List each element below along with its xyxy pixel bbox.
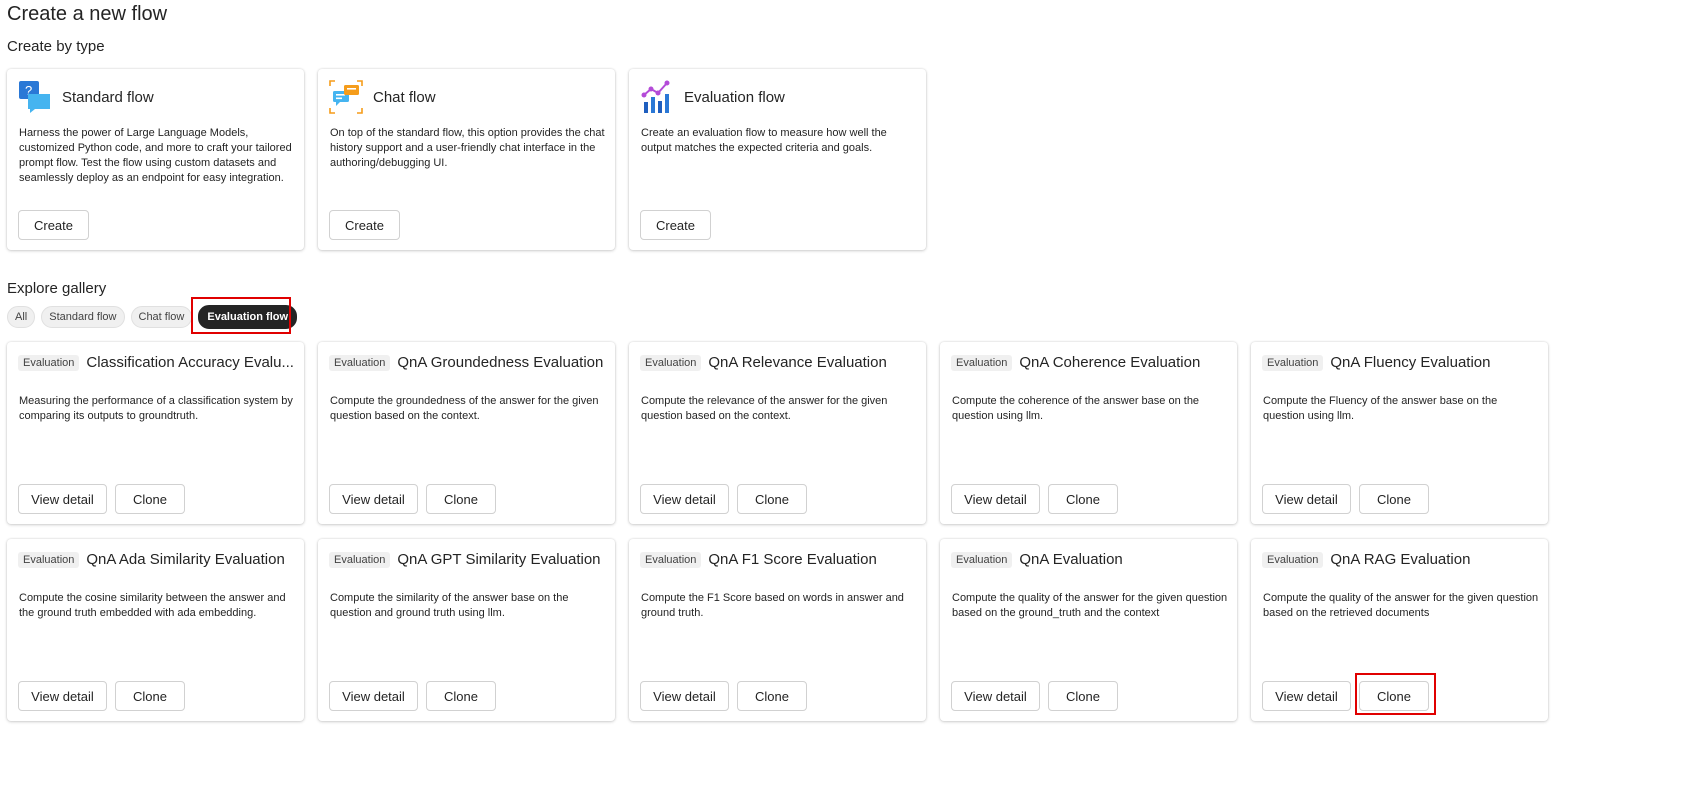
gallery-card: Evaluation QnA Evaluation Compute the qua… [940,539,1237,721]
view-detail-button[interactable]: View detail [329,484,418,514]
chat-flow-icon [329,80,363,114]
filter-chip-chat-flow[interactable]: Chat flow [130,306,193,328]
evaluation-badge: Evaluation [640,551,702,568]
gallery-card: Evaluation QnA Coherence Evaluation Compu… [940,342,1237,524]
view-detail-button[interactable]: View detail [1262,484,1351,514]
gallery-card-title: QnA Relevance Evaluation [708,354,887,371]
filter-chip-evaluation-flow[interactable]: Evaluation flow [198,305,298,329]
clone-button[interactable]: Clone [1048,681,1118,711]
evaluation-badge: Evaluation [640,354,702,371]
evaluation-badge: Evaluation [951,551,1013,568]
gallery-card-title: QnA Evaluation [1019,551,1123,568]
view-detail-button[interactable]: View detail [640,484,729,514]
gallery-card: Evaluation QnA Relevance Evaluation Compu… [629,342,926,524]
gallery-card-description: Compute the quality of the answer for th… [952,592,1228,619]
gallery-card-description: Measuring the performance of a classific… [19,395,293,422]
gallery-card-title: QnA Ada Similarity Evaluation [86,551,285,568]
view-detail-button[interactable]: View detail [329,681,418,711]
clone-button[interactable]: Clone [1359,681,1429,711]
gallery-card-title: QnA GPT Similarity Evaluation [397,551,601,568]
view-detail-button[interactable]: View detail [640,681,729,711]
view-detail-button[interactable]: View detail [18,484,107,514]
gallery-card-title: QnA Groundedness Evaluation [397,354,604,371]
chat-flow-card: Chat flow On top of the standard flow, t… [318,69,615,250]
clone-button[interactable]: Clone [737,681,807,711]
gallery-card-description: Compute the quality of the answer for th… [1263,592,1539,619]
card-description: On top of the standard flow, this option… [330,127,605,169]
page-title: Create a new flow [7,3,168,25]
gallery-card-title: QnA F1 Score Evaluation [708,551,877,568]
view-detail-button[interactable]: View detail [951,681,1040,711]
clone-button[interactable]: Clone [426,681,496,711]
card-title: Chat flow [373,88,436,106]
view-detail-button[interactable]: View detail [18,681,107,711]
standard-flow-card: ? Standard flow Harness the power of Lar… [7,69,304,250]
filter-chip-standard-flow[interactable]: Standard flow [41,306,125,328]
gallery-card: Evaluation QnA F1 Score Evaluation Comput… [629,539,926,721]
evaluation-badge: Evaluation [1262,354,1324,371]
clone-button[interactable]: Clone [737,484,807,514]
create-evaluation-flow-button[interactable]: Create [640,210,711,240]
gallery-card-description: Compute the F1 Score based on words in a… [641,592,904,619]
gallery-card-title: QnA Coherence Evaluation [1019,354,1201,371]
view-detail-button[interactable]: View detail [1262,681,1351,711]
evaluation-badge: Evaluation [1262,551,1324,568]
filter-chip-all[interactable]: All [7,306,36,328]
evaluation-badge: Evaluation [951,354,1013,371]
card-title: Standard flow [62,88,154,106]
gallery-filter-chips: All Standard flow Chat flow Evaluation f… [7,305,303,329]
view-detail-button[interactable]: View detail [951,484,1040,514]
gallery-card-description: Compute the Fluency of the answer base o… [1263,395,1498,422]
gallery-card-title: QnA RAG Evaluation [1330,551,1471,568]
gallery-card-title: QnA Fluency Evaluation [1330,354,1491,371]
gallery-card: Evaluation QnA Groundedness Evaluation Co… [318,342,615,524]
evaluation-badge: Evaluation [329,354,391,371]
create-by-type-heading: Create by type [7,38,105,55]
gallery-card: Evaluation QnA RAG Evaluation Compute the… [1251,539,1548,721]
gallery-card-description: Compute the cosine similarity between th… [19,592,286,619]
explore-gallery-heading: Explore gallery [7,280,107,297]
gallery-card-description: Compute the groundedness of the answer f… [330,395,599,422]
clone-button[interactable]: Clone [115,681,185,711]
clone-button[interactable]: Clone [426,484,496,514]
clone-button[interactable]: Clone [1048,484,1118,514]
clone-button[interactable]: Clone [1359,484,1429,514]
gallery-card: Evaluation QnA GPT Similarity Evaluation … [318,539,615,721]
gallery-card: Evaluation QnA Fluency Evaluation Compute… [1251,342,1548,524]
gallery-card-title: Classification Accuracy Evalu... [86,354,294,371]
gallery-card-description: Compute the coherence of the answer base… [952,395,1200,422]
gallery-card: Evaluation QnA Ada Similarity Evaluation … [7,539,304,721]
card-description: Harness the power of Large Language Mode… [19,127,292,184]
gallery-card-description: Compute the relevance of the answer for … [641,395,888,422]
create-standard-flow-button[interactable]: Create [18,210,89,240]
gallery-card: Evaluation Classification Accuracy Evalu.… [7,342,304,524]
create-chat-flow-button[interactable]: Create [329,210,400,240]
clone-button[interactable]: Clone [115,484,185,514]
evaluation-badge: Evaluation [18,354,80,371]
standard-flow-icon: ? [19,81,50,113]
card-description: Create an evaluation flow to measure how… [641,127,887,154]
card-title: Evaluation flow [684,88,785,106]
evaluation-flow-card: Evaluation flow Create an evaluation flo… [629,69,926,250]
evaluation-badge: Evaluation [18,551,80,568]
evaluation-badge: Evaluation [329,551,391,568]
gallery-card-description: Compute the similarity of the answer bas… [330,592,569,619]
evaluation-flow-icon [641,80,670,113]
